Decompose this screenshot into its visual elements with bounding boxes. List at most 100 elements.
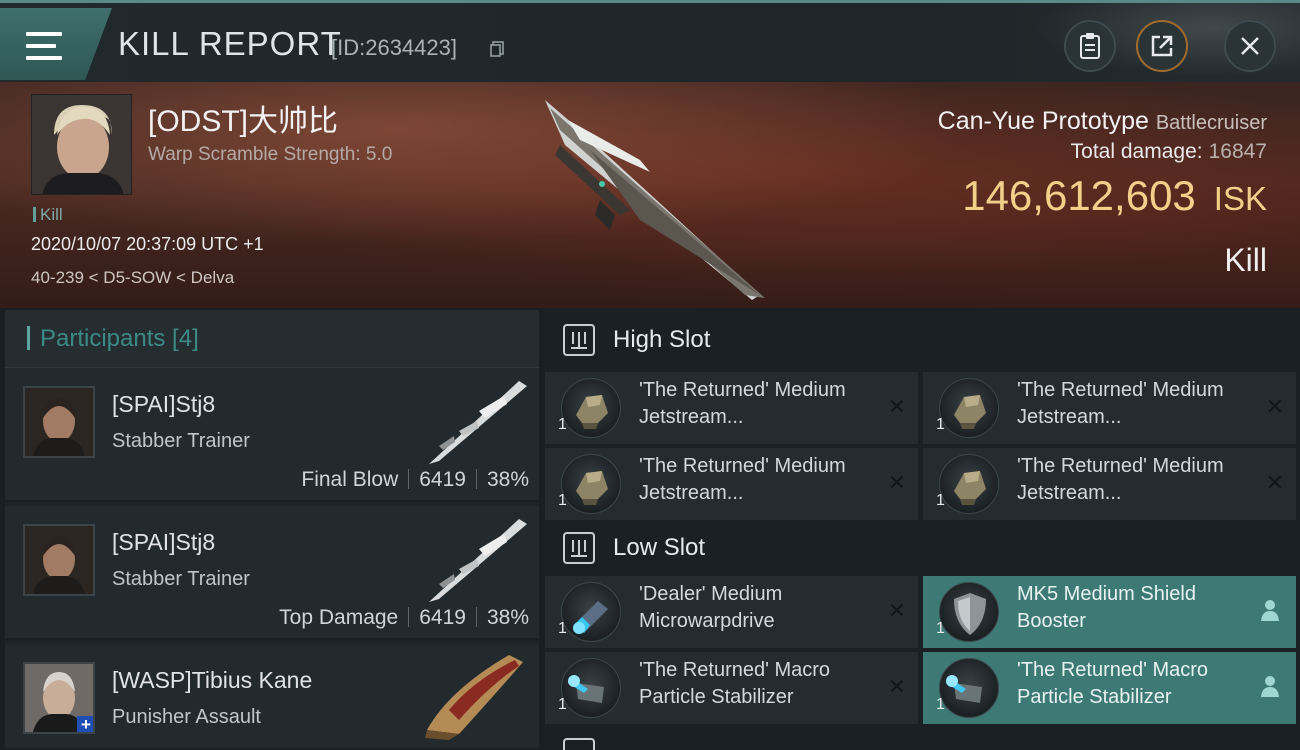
participant-ship-image[interactable] [419,514,529,604]
isk-amount: 146,612,603 [962,172,1196,219]
participant-row[interactable]: [SPAI]Stj8 Stabber Trainer Final Blow 641… [5,368,539,502]
plus-badge: + [77,716,93,732]
participant-name[interactable]: [SPAI]Stj8 [112,391,215,418]
participants-header: Participants [4] [5,310,539,368]
module-item[interactable]: 1 'The Returned' Macro Particle Stabiliz… [923,652,1296,724]
participant-percent: 38% [486,606,529,629]
module-item[interactable]: 1 'The Returned' Medium Jetstream... ✕ [545,448,918,520]
module-name: 'The Returned' Medium Jetstream... [639,455,846,504]
module-quantity: 1 [936,416,945,433]
high-slot-header: High Slot [545,310,1300,372]
high-slot-title: High Slot [613,326,711,353]
module-item[interactable]: 1 'The Returned' Medium Jetstream... ✕ [923,448,1296,520]
module-name: 'The Returned' Medium Jetstream... [1017,379,1224,428]
report-id: [ID:2634423] [331,35,457,60]
participant-name[interactable]: [WASP]Tibius Kane [112,667,312,694]
destroyed-icon: ✕ [1265,470,1284,495]
participant-stats: Top Damage 6419 38% [279,606,529,630]
participant-portrait[interactable]: + [23,662,95,734]
close-icon [1241,37,1259,55]
warp-scramble-strength: Warp Scramble Strength: 5.0 [148,144,393,165]
victim-ship-image[interactable] [520,90,780,305]
victim-portrait[interactable] [31,94,132,195]
mid-slot-icon [563,738,595,750]
share-button[interactable] [1136,20,1188,72]
module-name: MK5 Medium Shield Booster [1017,583,1196,632]
module-item[interactable]: 1 'Dealer' Medium Microwarpdrive ✕ [545,576,918,648]
isk-value: 146,612,603 ISK [962,172,1267,220]
participants-panel[interactable]: Participants [4] [SPAI]Stj8 Stabber Trai… [5,310,539,750]
participant-stats: Final Blow 6419 38% [301,468,529,492]
page-title: KILL REPORT [118,25,342,62]
participant-percent: 38% [486,468,529,491]
participant-damage: 6419 [419,606,466,629]
module-name: 'The Returned' Macro Particle Stabilizer [639,659,831,708]
module-item[interactable]: 1 'The Returned' Medium Jetstream... ✕ [545,372,918,444]
share-icon [1151,35,1173,57]
destroyed-icon: ✕ [887,598,906,623]
total-damage-value: 16847 [1208,140,1267,163]
participant-ship-image[interactable] [419,650,529,740]
participant-ship: Stabber Trainer [112,568,250,590]
module-quantity: 1 [936,492,945,509]
participant-portrait[interactable] [23,386,95,458]
participant-ship: Stabber Trainer [112,430,250,452]
participant-role: Final Blow [301,468,399,491]
module-quantity: 1 [558,696,567,713]
microwarpdrive-icon [561,582,621,642]
ship-name-text: Can-Yue Prototype [937,107,1149,135]
top-bar: KILL REPORT [ID:2634423] [0,0,1300,85]
participant-damage: 6419 [419,468,466,491]
module-item[interactable]: 1 MK5 Medium Shield Booster [923,576,1296,648]
next-slot-header [545,730,1300,750]
module-name: 'The Returned' Medium Jetstream... [639,379,846,428]
particle-stabilizer-icon [939,658,999,718]
destroyed-icon: ✕ [887,394,906,419]
module-quantity: 1 [558,620,567,637]
isk-unit: ISK [1213,180,1267,217]
low-slot-header: Low Slot [545,518,1300,580]
dropped-user-icon [1261,676,1279,697]
participant-row[interactable]: + [WASP]Tibius Kane Punisher Assault [5,644,539,750]
module-quantity: 1 [558,416,567,433]
shield-booster-icon [939,582,999,642]
copy-icon[interactable] [490,41,504,57]
module-name: 'Dealer' Medium Microwarpdrive [639,583,783,632]
participant-role: Top Damage [279,606,399,629]
destroyed-icon: ✕ [1265,394,1284,419]
total-damage: Total damage: 16847 [1071,140,1267,164]
victim-ship-name[interactable]: Can-Yue Prototype Battlecruiser [938,107,1267,136]
kill-tag: Kill [33,205,63,225]
jetstream-module-icon [561,454,621,514]
kill-location[interactable]: 40-239 < D5-SOW < Delva [31,268,234,288]
close-button[interactable] [1224,20,1276,72]
victim-banner: [ODST]大帅比 Warp Scramble Strength: 5.0 Ki… [0,82,1300,308]
result-label: Kill [1224,242,1267,278]
destroyed-icon: ✕ [887,674,906,699]
module-item[interactable]: 1 'The Returned' Medium Jetstream... ✕ [923,372,1296,444]
fitting-panel[interactable]: High Slot 1 'The Returned' Medium Jetstr… [545,310,1300,750]
low-slot-icon [563,532,595,564]
clipboard-button[interactable] [1064,20,1116,72]
menu-icon [26,32,62,60]
portrait-image [32,95,131,194]
module-quantity: 1 [936,696,945,713]
participant-portrait[interactable] [23,524,95,596]
participant-ship: Punisher Assault [112,706,261,728]
module-item[interactable]: 1 'The Returned' Macro Particle Stabiliz… [545,652,918,724]
low-slot-title: Low Slot [613,534,706,561]
module-quantity: 1 [936,620,945,637]
participants-title: Participants [4] [40,325,199,352]
total-damage-label: Total damage: [1070,140,1203,163]
participant-ship-image[interactable] [419,376,529,466]
particle-stabilizer-icon [561,658,621,718]
destroyed-icon: ✕ [887,470,906,495]
jetstream-module-icon [561,378,621,438]
module-name: 'The Returned' Medium Jetstream... [1017,455,1224,504]
menu-button[interactable] [0,8,112,80]
module-name: 'The Returned' Macro Particle Stabilizer [1017,659,1209,708]
jetstream-module-icon [939,454,999,514]
participant-row[interactable]: [SPAI]Stj8 Stabber Trainer Top Damage 641… [5,506,539,640]
victim-name[interactable]: [ODST]大帅比 [148,96,338,140]
participant-name[interactable]: [SPAI]Stj8 [112,529,215,556]
